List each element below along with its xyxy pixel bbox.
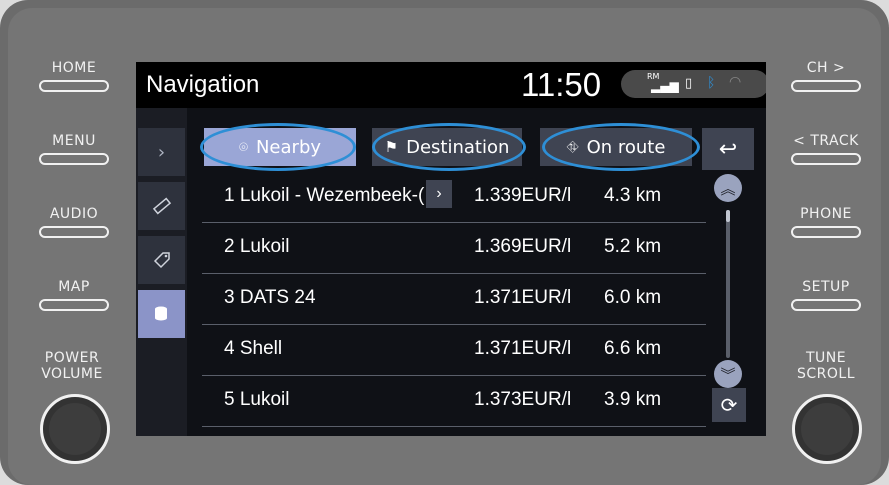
tune-scroll-knob[interactable] [792,394,862,464]
refresh-icon: ⟳ [720,393,738,417]
map-hardware-button[interactable]: MAP [34,279,114,311]
sidebar: › [136,108,187,436]
phone-hardware-button[interactable]: PHONE [786,206,866,238]
chevron-right-icon: › [436,185,442,202]
checkered-flag-icon: ⚑ [384,138,399,156]
list-item[interactable]: 1 Lukoil - Wezembeek-( › 1.339EUR/l 4.3 … [202,172,706,223]
more-info-button[interactable]: › [426,180,452,208]
display-screen: Navigation 11:50 RM ▂▄▆ ▯ ᛒ ◠ › ⌾ Nearby … [136,62,766,436]
menu-label: MENU [52,133,96,149]
power-volume-knob[interactable] [40,394,110,464]
wifi-icon: ◠ [729,74,742,90]
status-bar: Navigation 11:50 RM ▂▄▆ ▯ ᛒ ◠ [136,62,766,108]
back-arrow-icon: ↩ [718,136,738,162]
list-item[interactable]: 5 Lukoil 1.373EUR/l 3.9 km [202,376,706,427]
scroll-track[interactable] [726,210,730,358]
phone-label: PHONE [800,206,852,222]
status-indicators: RM ▂▄▆ ▯ ᛒ ◠ [621,70,766,98]
tab-on-route[interactable]: ⛗ On route [540,128,692,166]
back-button[interactable]: ↩ [702,128,754,170]
audio-hardware-button[interactable]: AUDIO [34,206,114,238]
home-label: HOME [51,60,97,76]
map-label: MAP [58,279,90,295]
sidebar-expand-button[interactable]: › [138,128,185,176]
coins-icon [154,306,167,321]
menu-hardware-button[interactable]: MENU [34,133,114,165]
tab-nearby[interactable]: ⌾ Nearby [204,128,356,166]
channel-label: CH > [806,60,846,76]
phone-icon: ▯ [685,76,693,91]
channel-next-hardware-button[interactable]: CH > [786,60,866,92]
sidebar-item-fuel-prices[interactable] [138,290,185,338]
list-item[interactable]: 4 Shell 1.371EUR/l 6.6 km [202,325,706,376]
home-hardware-button[interactable]: HOME [34,60,114,92]
ruler-icon [152,197,171,215]
setup-hardware-button[interactable]: SETUP [786,279,866,311]
track-label: < TRACK [793,133,859,149]
chevron-right-icon: › [157,141,166,163]
sidebar-item-price[interactable] [138,236,185,284]
list-scrollbar[interactable]: ︽ ︾ [712,174,746,424]
refresh-button[interactable]: ⟳ [712,388,746,422]
pin-icon: ⌾ [238,138,248,156]
scroll-down-button[interactable]: ︾ [714,360,742,388]
signal-icon: ▂▄▆ [651,79,679,93]
list-item[interactable]: 2 Lukoil 1.369EUR/l 5.2 km [202,223,706,274]
double-chevron-up-icon: ︽ [720,179,736,198]
tag-icon [153,252,170,269]
setup-label: SETUP [802,279,850,295]
sidebar-item-distance[interactable] [138,182,185,230]
tab-destination[interactable]: ⚑ Destination [372,128,522,166]
clock: 11:50 [521,66,602,103]
tune-scroll-label: TUNE SCROLL [796,350,855,382]
track-prev-hardware-button[interactable]: < TRACK [786,133,866,165]
power-volume-label: POWER VOLUME [41,350,103,382]
double-chevron-down-icon: ︾ [720,365,736,384]
scroll-thumb[interactable] [726,210,730,222]
route-icon: ⛗ [566,138,579,156]
list-item[interactable]: 3 DATS 24 1.371EUR/l 6.0 km [202,274,706,325]
audio-label: AUDIO [49,206,99,222]
bluetooth-icon: ᛒ [707,75,716,91]
page-title: Navigation [146,71,260,98]
scroll-up-button[interactable]: ︽ [714,174,742,202]
